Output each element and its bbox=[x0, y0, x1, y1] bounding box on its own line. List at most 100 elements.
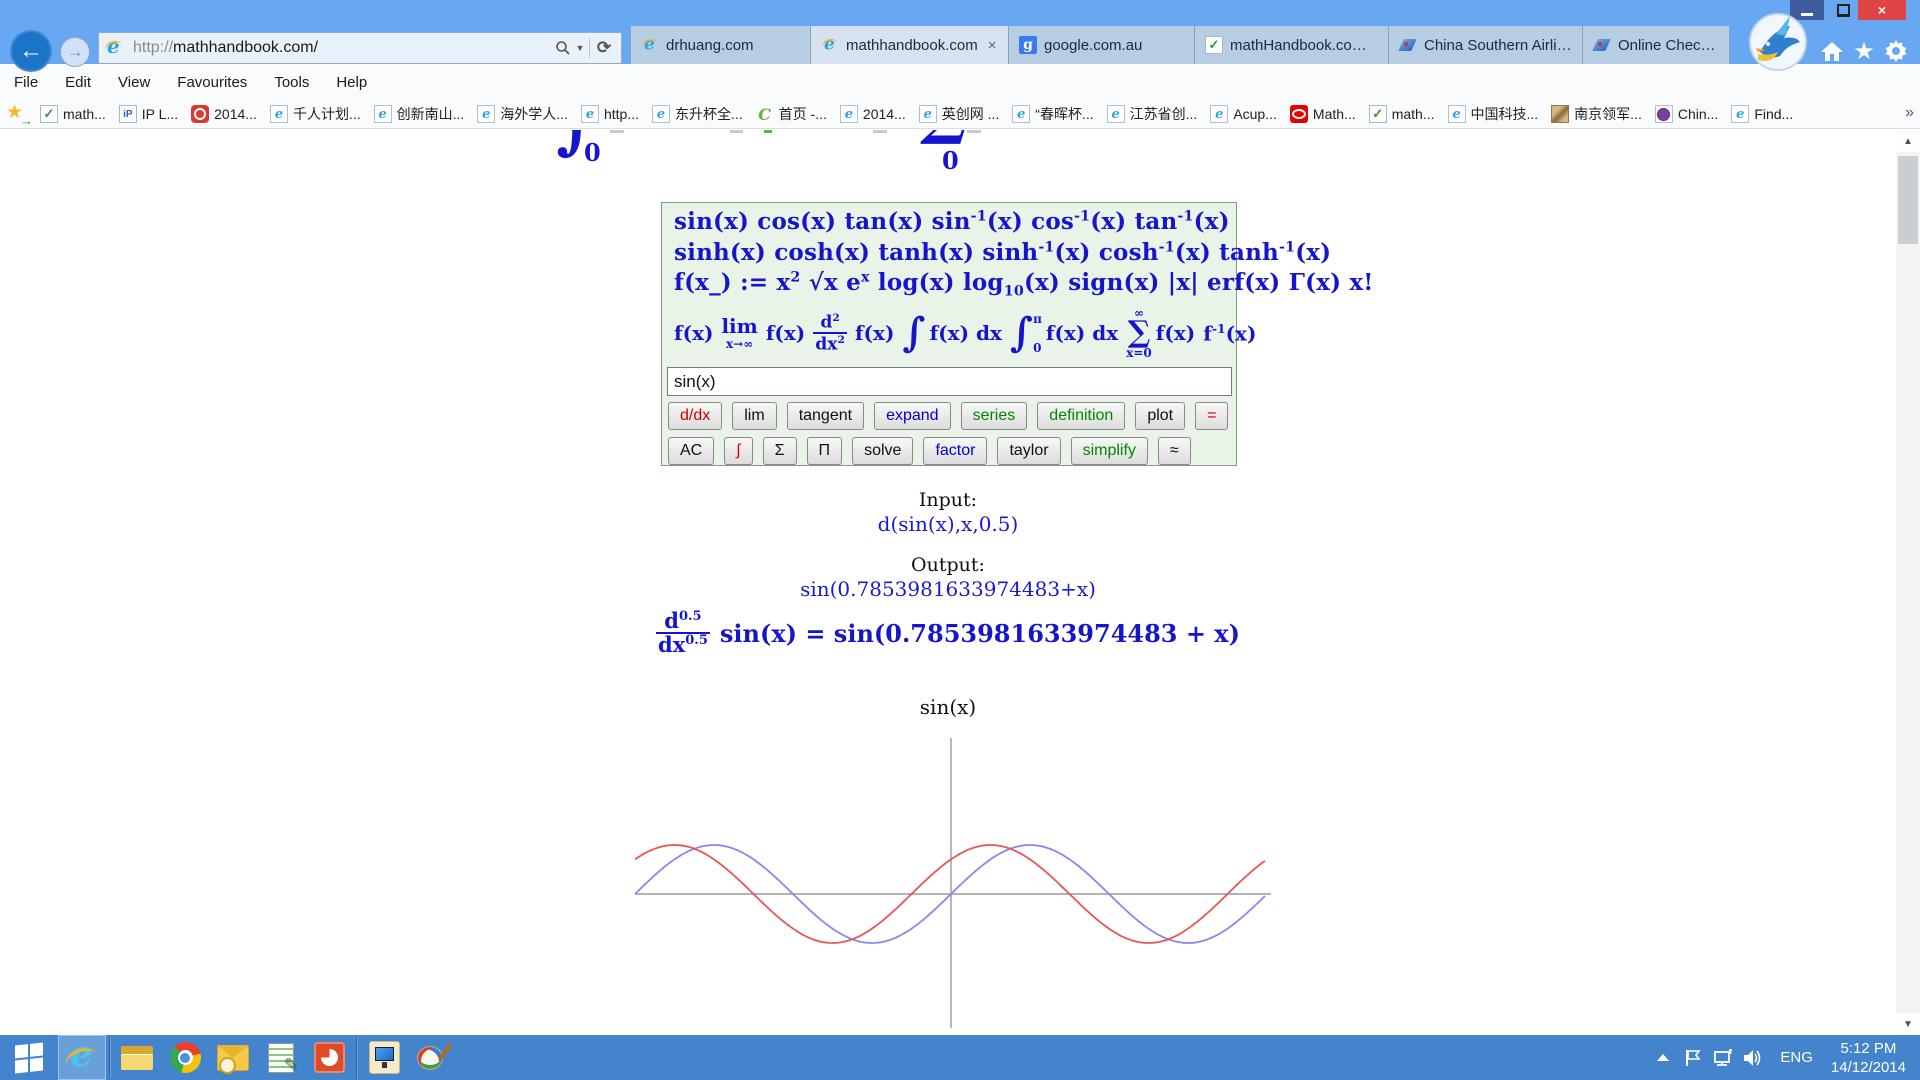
math-functions-line-4: f(x)limx→∞f(x)d2dx2f(x)∫f(x) dx∫π0f(x) d… bbox=[674, 301, 1256, 365]
calc-button-Π[interactable]: Π bbox=[807, 437, 843, 465]
taskbar-outlook-icon[interactable] bbox=[209, 1035, 257, 1080]
iedoc-favicon bbox=[477, 105, 495, 123]
favourite-item[interactable]: Find... bbox=[1731, 105, 1793, 123]
favourite-item[interactable]: Acup... bbox=[1210, 105, 1277, 123]
menu-tools[interactable]: Tools bbox=[274, 74, 309, 91]
show-hidden-icons[interactable] bbox=[1648, 1035, 1678, 1080]
scroll-down-arrow[interactable]: ▼ bbox=[1896, 1013, 1920, 1035]
taskbar-notes-icon[interactable] bbox=[257, 1035, 305, 1080]
menu-bar: File Edit View Favourites Tools Help bbox=[0, 64, 1920, 100]
favourite-item[interactable]: 江苏省创... bbox=[1107, 104, 1198, 124]
menu-favourites[interactable]: Favourites bbox=[177, 74, 247, 91]
settings-gear-icon[interactable] bbox=[1882, 38, 1910, 64]
calc-button-plot[interactable]: plot bbox=[1135, 402, 1185, 430]
taskbar-paint-icon[interactable] bbox=[408, 1035, 456, 1080]
check-favicon bbox=[1369, 105, 1387, 123]
tab-mathhandbook-com[interactable]: mathhandbook.com× bbox=[810, 26, 1008, 64]
favourite-item[interactable]: “春晖杯... bbox=[1012, 104, 1093, 124]
favourite-item[interactable]: 中国科技... bbox=[1448, 104, 1539, 124]
search-icon[interactable] bbox=[552, 35, 574, 61]
calc-button-lim[interactable]: lim bbox=[732, 402, 776, 430]
home-icon[interactable] bbox=[1818, 38, 1846, 64]
favourite-item[interactable]: 创新南山... bbox=[374, 104, 465, 124]
tab-mathhandbook-com-[interactable]: mathHandbook.com -... bbox=[1194, 26, 1388, 64]
calc-button-d/dx[interactable]: d/dx bbox=[668, 402, 722, 430]
calc-button-row-2: AC ∫ ΣΠsolve factor taylor simplify ≈ bbox=[668, 437, 1191, 465]
taskbar-ie-icon[interactable] bbox=[58, 1035, 106, 1080]
close-button[interactable]: × bbox=[1858, 0, 1906, 20]
favourite-item[interactable]: IP L... bbox=[119, 105, 178, 123]
favourite-label: 东升杯全... bbox=[675, 104, 743, 124]
favourite-item[interactable]: math... bbox=[40, 105, 106, 123]
favourites-bar-icon[interactable] bbox=[6, 104, 32, 124]
expression-input[interactable] bbox=[667, 367, 1232, 396]
volume-icon[interactable] bbox=[1738, 1035, 1768, 1080]
favourite-label: math... bbox=[1392, 106, 1435, 122]
menu-edit[interactable]: Edit bbox=[65, 74, 91, 91]
browser-titlebar: ← → http://mathhandbook.com/ ▼ ⟳ drhuang… bbox=[0, 0, 1920, 64]
favourite-label: 千人计划... bbox=[293, 104, 361, 124]
vertical-scrollbar[interactable]: ▲ ▼ bbox=[1896, 130, 1920, 1035]
favourite-label: “春晖杯... bbox=[1035, 104, 1093, 124]
taskbar-powerpoint-icon[interactable] bbox=[305, 1035, 353, 1080]
tab-drhuang-com[interactable]: drhuang.com bbox=[630, 26, 810, 64]
calc-button-simplify[interactable]: simplify bbox=[1071, 437, 1148, 465]
favourites-overflow-chevron[interactable]: » bbox=[1905, 104, 1914, 122]
favourite-item[interactable]: 2014... bbox=[191, 105, 257, 123]
calc-button-AC[interactable]: AC bbox=[668, 437, 714, 465]
calc-button-=[interactable]: = bbox=[1195, 402, 1228, 430]
favourite-item[interactable]: 海外学人... bbox=[477, 104, 568, 124]
favourite-item[interactable]: 南京领军... bbox=[1551, 104, 1642, 124]
favorites-star-icon[interactable]: ★ bbox=[1850, 38, 1878, 64]
tab-online-check-in[interactable]: Online Check-in bbox=[1582, 26, 1730, 64]
back-button[interactable]: ← bbox=[10, 30, 52, 72]
address-bar[interactable]: http://mathhandbook.com/ ▼ ⟳ bbox=[98, 32, 622, 64]
menu-view[interactable]: View bbox=[118, 74, 150, 91]
start-button[interactable] bbox=[0, 1035, 58, 1080]
tab-google-com-au[interactable]: ggoogle.com.au bbox=[1008, 26, 1194, 64]
scroll-thumb[interactable] bbox=[1898, 156, 1918, 244]
taskbar-explorer-icon[interactable] bbox=[113, 1035, 161, 1080]
language-indicator[interactable]: ENG bbox=[1768, 1049, 1825, 1066]
favourite-item[interactable]: 2014... bbox=[840, 105, 906, 123]
calc-button-≈[interactable]: ≈ bbox=[1158, 437, 1191, 465]
calc-button-series[interactable]: series bbox=[961, 402, 1028, 430]
ie-page-icon bbox=[105, 38, 125, 58]
menu-help[interactable]: Help bbox=[336, 74, 367, 91]
clipped-ui-sliver bbox=[730, 130, 743, 133]
calc-button-expand[interactable]: expand bbox=[874, 402, 951, 430]
calc-button-tangent[interactable]: tangent bbox=[787, 402, 864, 430]
taskbar-chrome-icon[interactable] bbox=[161, 1035, 209, 1080]
taskbar-monitor-icon[interactable] bbox=[360, 1035, 408, 1080]
favourite-item[interactable]: 首页 -... bbox=[756, 104, 827, 124]
address-url[interactable]: http://mathhandbook.com/ bbox=[133, 39, 552, 57]
scroll-up-arrow[interactable]: ▲ bbox=[1896, 130, 1920, 152]
menu-file[interactable]: File bbox=[14, 74, 38, 91]
restore-button[interactable] bbox=[1830, 0, 1856, 20]
favourite-item[interactable]: http... bbox=[581, 105, 639, 123]
calc-button-taylor[interactable]: taylor bbox=[997, 437, 1060, 465]
refresh-icon[interactable]: ⟳ bbox=[593, 35, 615, 61]
tab-china-southern-airline-[interactable]: China Southern Airline... bbox=[1388, 26, 1582, 64]
favourite-item[interactable]: 英创网 ... bbox=[919, 104, 1000, 124]
favourite-item[interactable]: Math... bbox=[1290, 105, 1356, 123]
favourite-item[interactable]: 东升杯全... bbox=[652, 104, 743, 124]
math-token: f-1(x) bbox=[1203, 321, 1256, 346]
input-expression: d(sin(x),x,0.5) bbox=[0, 512, 1896, 536]
favourite-item[interactable]: math... bbox=[1369, 105, 1435, 123]
calc-button-definition[interactable]: definition bbox=[1037, 402, 1125, 430]
calc-button-Σ[interactable]: Σ bbox=[763, 437, 797, 465]
cs-favicon bbox=[1593, 36, 1611, 54]
network-icon[interactable] bbox=[1708, 1035, 1738, 1080]
tab-close-icon[interactable]: × bbox=[988, 37, 997, 54]
url-host: mathhandbook.com/ bbox=[173, 39, 318, 56]
calc-button-∫[interactable]: ∫ bbox=[724, 437, 752, 465]
clock[interactable]: 5:12 PM 14/12/2014 bbox=[1825, 1039, 1920, 1077]
calc-button-solve[interactable]: solve bbox=[852, 437, 913, 465]
calc-button-factor[interactable]: factor bbox=[923, 437, 987, 465]
address-dropdown-icon[interactable]: ▼ bbox=[574, 35, 586, 61]
favourite-item[interactable]: Chin... bbox=[1655, 105, 1718, 123]
action-center-flag-icon[interactable] bbox=[1678, 1035, 1708, 1080]
favourite-item[interactable]: 千人计划... bbox=[270, 104, 361, 124]
forward-button[interactable]: → bbox=[60, 37, 90, 67]
